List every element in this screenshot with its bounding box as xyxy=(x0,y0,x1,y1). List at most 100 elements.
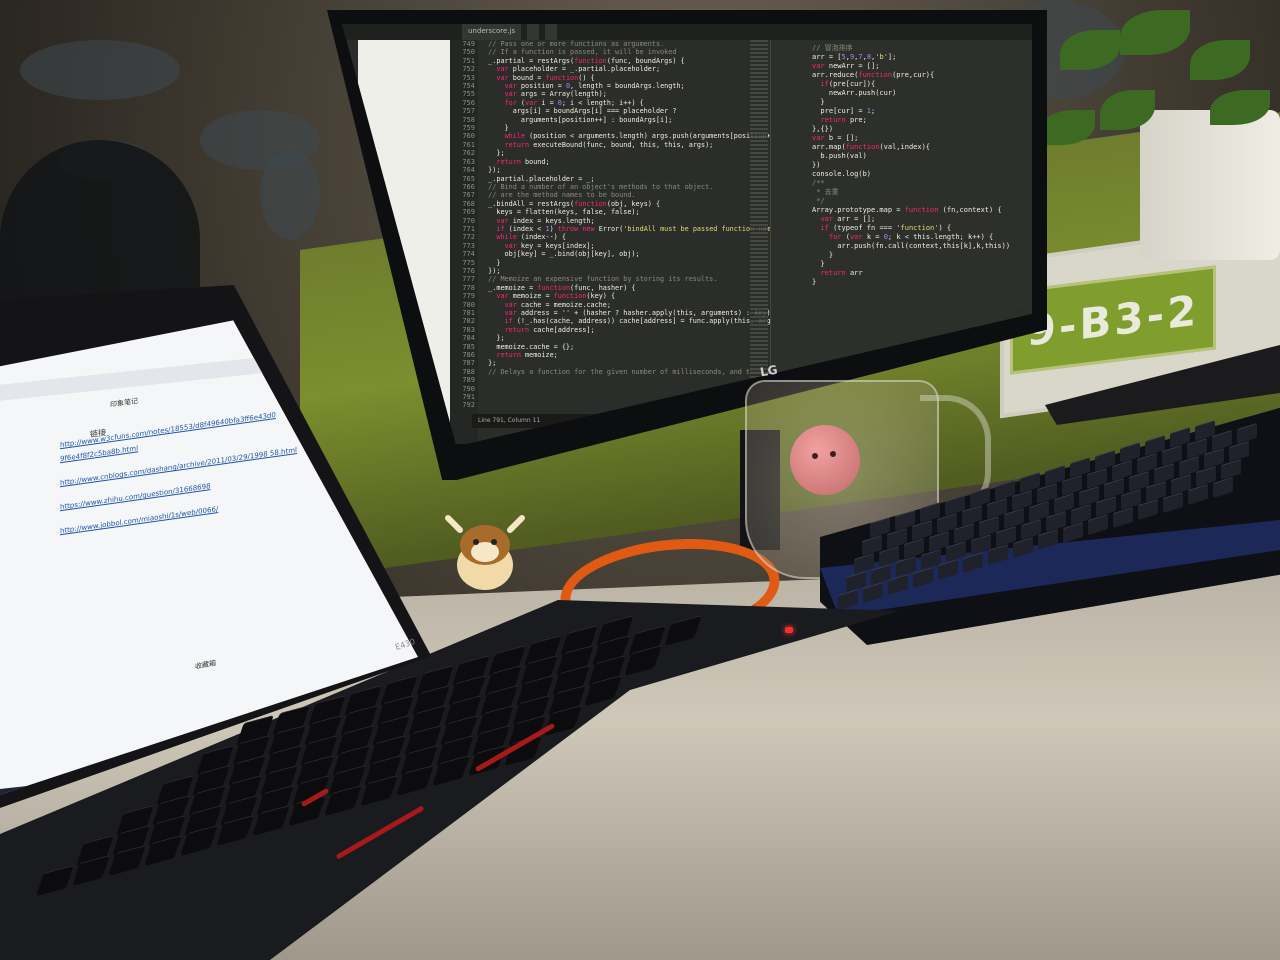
code-line: } xyxy=(480,258,501,267)
line-number: 756 xyxy=(462,98,475,107)
code-line: if (!_.has(cache, address)) cache[addres… xyxy=(504,317,804,326)
code-line: * 去重 xyxy=(812,188,839,196)
code-line: var address = '' + (hasher ? hasher.appl… xyxy=(504,309,775,317)
code-line: return memoize; xyxy=(496,351,558,360)
line-number: 783 xyxy=(462,325,475,334)
line-number: 769 xyxy=(462,208,475,217)
line-number: 766 xyxy=(462,182,475,191)
code-line: } xyxy=(480,124,509,133)
line-number: 784 xyxy=(462,334,475,343)
code-line: // are the method names to be bound. xyxy=(480,191,636,200)
plant-leaf xyxy=(1120,10,1190,55)
note-app-title: 印象笔记 xyxy=(110,397,138,409)
wall-mural xyxy=(260,150,320,240)
code-line: for (var k = 0; k < this.length; k++) { xyxy=(828,233,994,241)
line-number: 770 xyxy=(462,216,475,225)
power-button-icon[interactable] xyxy=(1018,308,1023,313)
line-number: 788 xyxy=(462,367,475,376)
code-line: }; xyxy=(480,149,505,158)
line-number: 791 xyxy=(462,393,475,402)
link-list: http://www.w3cfuns.com/notes/18553/d8f49… xyxy=(60,402,320,539)
editor-tab[interactable] xyxy=(545,24,558,40)
photo-scene: 9-B3-2 underscore.js 749 750 751 752 753 754 7… xyxy=(0,0,1280,960)
code-line: return pre; xyxy=(820,116,867,124)
code-line: // 冒泡排序 xyxy=(812,44,853,52)
code-line: var bound = function() { xyxy=(496,73,595,82)
code-line: var args = Array(length); xyxy=(504,90,607,99)
code-line: }) xyxy=(812,161,821,169)
code-line: if (index < 1) throw new Error('bindAll … xyxy=(496,224,791,233)
line-number: 772 xyxy=(462,233,475,242)
code-line: arr.map(function(val,index){ xyxy=(812,143,931,151)
line-number: 777 xyxy=(462,275,475,284)
code-line: for (var i = 0; i < length; i++) { xyxy=(504,98,644,107)
line-number: 759 xyxy=(462,124,475,133)
code-line: arr.push(fn.call(context,this[k],k,this)… xyxy=(812,242,1011,250)
code-line: var newArr = []; xyxy=(812,62,880,70)
code-line: },{}) xyxy=(812,125,834,133)
monitor-brand-logo: LG xyxy=(758,362,779,380)
code-line: arr.reduce(function(pre,cur){ xyxy=(812,71,935,79)
code-line: _.partial = restArgs(function(func, boun… xyxy=(480,56,685,65)
line-number: 787 xyxy=(462,359,475,368)
line-number: 755 xyxy=(462,90,475,99)
line-number: 761 xyxy=(462,140,475,149)
code-line: arguments[position++] : boundArgs[i]; xyxy=(480,115,673,124)
code-line: _.memoize = function(func, hasher) { xyxy=(480,283,636,292)
line-number: 776 xyxy=(462,266,475,275)
line-number: 751 xyxy=(462,56,475,65)
collections-label[interactable]: 收藏箱 xyxy=(195,658,216,672)
code-line: var b = []; xyxy=(812,134,859,142)
line-number: 792 xyxy=(462,401,475,410)
code-editor-main[interactable]: // Pass one or more functions as argumen… xyxy=(480,40,804,444)
line-number: 778 xyxy=(462,283,475,292)
code-line: // Bind a number of an object's methods … xyxy=(480,182,714,191)
note-content: http://www.w3cfuns.com/notes/18553/d8f49… xyxy=(60,402,320,549)
line-number: 754 xyxy=(462,82,475,91)
code-line: if(pre[cur]){ xyxy=(820,80,876,88)
code-line: // Pass one or more functions as argumen… xyxy=(480,40,665,48)
code-line: } xyxy=(812,98,825,106)
code-line: args[i] = boundArgs[i] === placeholder ? xyxy=(480,107,677,116)
line-number: 765 xyxy=(462,174,475,183)
line-number: 773 xyxy=(462,241,475,250)
browser-tab-strip[interactable] xyxy=(0,355,280,401)
line-number: 762 xyxy=(462,149,475,158)
line-number: 775 xyxy=(462,258,475,267)
code-line: pre[cur] = 1; xyxy=(812,107,876,115)
editor-tab-bar: underscore.js xyxy=(342,24,1032,40)
code-line: /** xyxy=(812,179,825,187)
code-editor-secondary[interactable]: // 冒泡排序 arr = [5,9,7,8,'b']; var newArr = … xyxy=(812,44,1032,287)
editor-tab[interactable] xyxy=(527,24,540,40)
code-line: // Delays a function for the given numbe… xyxy=(480,367,787,376)
code-line: var cache = memoize.cache; xyxy=(504,300,611,309)
line-number: 774 xyxy=(462,250,475,259)
code-line: Array.prototype.map = function (fn,conte… xyxy=(812,206,1002,214)
line-number: 768 xyxy=(462,199,475,208)
line-number: 757 xyxy=(462,107,475,116)
code-line: newArr.push(cur) xyxy=(812,89,897,97)
code-line: }; xyxy=(480,334,505,343)
line-number: 752 xyxy=(462,65,475,74)
line-number: 790 xyxy=(462,384,475,393)
status-led-icon xyxy=(785,627,793,633)
line-number: 786 xyxy=(462,351,475,360)
code-line: }); xyxy=(480,266,501,275)
code-line: }; xyxy=(480,359,497,368)
line-number: 753 xyxy=(462,73,475,82)
line-number-gutter: 749 750 751 752 753 754 755 756 757 758 759 760 761 7… xyxy=(450,40,478,444)
line-number: 764 xyxy=(462,166,475,175)
code-line: return cache[address]; xyxy=(504,325,595,334)
line-number: 785 xyxy=(462,342,475,351)
toy-eye xyxy=(830,451,836,457)
line-number: 781 xyxy=(462,309,475,317)
editor-tab[interactable]: underscore.js xyxy=(462,24,522,40)
code-line: // Memoize an expensive function by stor… xyxy=(480,275,718,284)
code-line: // If a function is passed, it will be i… xyxy=(480,48,677,57)
code-line: */ xyxy=(812,197,825,205)
code-line: var key = keys[index]; xyxy=(504,241,595,250)
line-number: 758 xyxy=(462,115,475,124)
code-line: var memoize = function(key) { xyxy=(496,292,616,301)
code-line: console.log(b) xyxy=(812,170,872,178)
toy-eye xyxy=(812,453,818,459)
